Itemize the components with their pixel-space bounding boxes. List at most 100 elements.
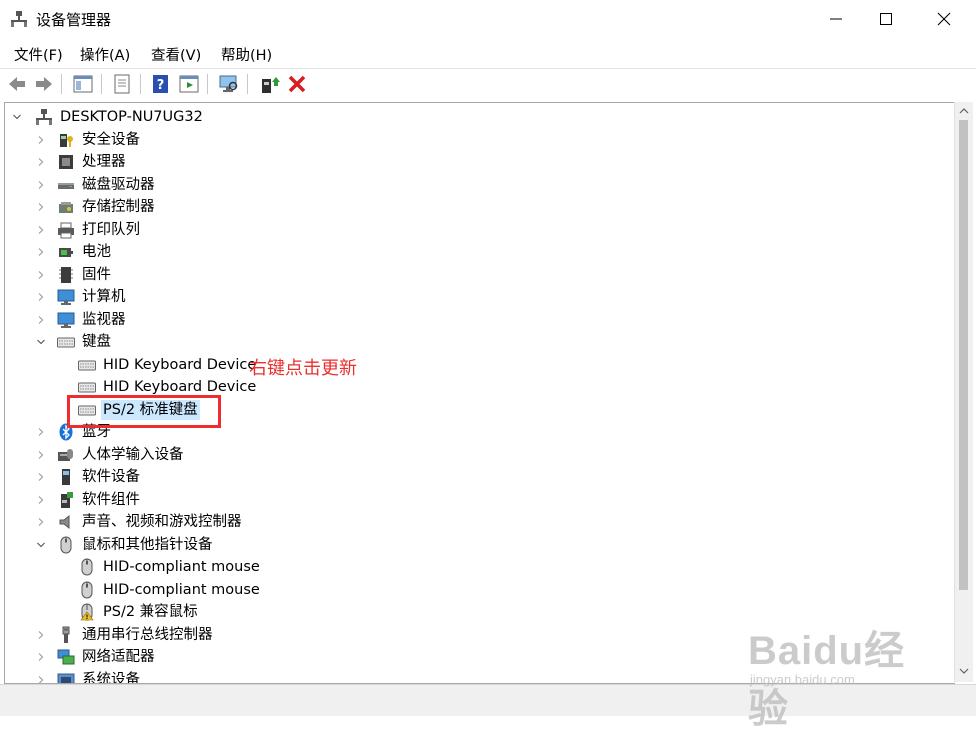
chevron-right-icon[interactable] [35, 651, 47, 663]
watermark: Baidu经验 jingyan.baidu.com [748, 606, 938, 731]
vertical-scrollbar[interactable] [954, 102, 973, 682]
chevron-right-icon[interactable] [35, 674, 47, 685]
minimize-button[interactable] [808, 0, 864, 38]
tree-item-label: 软件组件 [82, 491, 140, 508]
battery-icon [59, 248, 73, 257]
tree-item[interactable]: 安全设备 [38, 129, 142, 151]
uninstall-icon[interactable] [286, 73, 308, 95]
scroll-down-icon[interactable] [959, 666, 969, 676]
chevron-right-icon[interactable] [35, 134, 47, 146]
tree-item[interactable]: 通用串行总线控制器 [38, 624, 215, 646]
svg-text:?: ? [157, 78, 165, 93]
keyboard-icon [78, 382, 96, 393]
chevron-right-icon[interactable] [35, 246, 47, 258]
menu-view[interactable]: 查看(V) [151, 44, 201, 65]
chevron-down-icon[interactable] [35, 336, 47, 348]
back-icon[interactable] [6, 73, 28, 95]
scrollbar-thumb[interactable] [959, 120, 968, 590]
tree-item-label: 声音、视频和游戏控制器 [82, 514, 242, 530]
tree-item-label: 网络适配器 [82, 649, 155, 665]
tree-item[interactable]: 键盘 [37, 331, 113, 353]
menu-help[interactable]: 帮助(H) [221, 44, 272, 65]
chevron-right-icon[interactable] [35, 314, 47, 326]
tree-item-label: 系统设备 [82, 671, 140, 684]
tree-item-label: 计算机 [82, 289, 126, 305]
tree-item[interactable]: HID Keyboard Device [78, 354, 258, 376]
help-icon[interactable]: ? [150, 73, 172, 95]
tree-item-label: HID-compliant mouse [103, 581, 260, 598]
tree-item[interactable]: 处理器 [38, 151, 128, 173]
tree-item-label: 监视器 [82, 311, 126, 328]
toolbar: ? [0, 68, 976, 99]
keyboard-icon [78, 360, 96, 370]
chevron-right-icon[interactable] [35, 426, 47, 438]
chevron-right-icon[interactable] [35, 269, 47, 281]
scan-hardware-icon[interactable] [218, 73, 240, 95]
scroll-up-icon[interactable] [959, 106, 969, 116]
tree-item-label: 人体学输入设备 [82, 446, 184, 463]
tree-item[interactable]: 软件设备 [38, 466, 142, 488]
tree-item[interactable]: 声音、视频和游戏控制器 [38, 511, 244, 533]
title-bar: 设备管理器 [0, 0, 976, 38]
tree-item[interactable]: 软件组件 [38, 489, 142, 511]
toolbar-separator [140, 74, 141, 94]
tree-item[interactable]: 电池 [38, 241, 113, 263]
security-device-icon [60, 133, 73, 147]
mouse-icon [81, 558, 93, 576]
tree-item-label: 电池 [82, 244, 111, 260]
tree-item-label: 存储控制器 [82, 199, 155, 215]
toolbar-separator [207, 74, 208, 94]
chevron-right-icon[interactable] [35, 156, 47, 168]
tree-root[interactable]: DESKTOP-NU7UG32 [13, 106, 205, 128]
chevron-right-icon[interactable] [35, 494, 47, 506]
chevron-down-icon[interactable] [11, 111, 23, 123]
update-driver-icon[interactable] [258, 73, 280, 95]
tree-item[interactable]: 网络适配器 [38, 646, 157, 668]
tree-item-label: HID-compliant mouse [103, 559, 260, 575]
tree-item[interactable]: 存储控制器 [38, 196, 157, 218]
tree-item-label: 通用串行总线控制器 [82, 626, 213, 643]
device-tree: DESKTOP-NU7UG32 安全设备 处理器 磁盘驱动器存储控制器打印队列电池固件… [4, 102, 955, 684]
menu-action[interactable]: 操作(A) [80, 44, 130, 65]
tree-item[interactable]: 监视器 [38, 309, 128, 331]
device-manager-icon [11, 11, 27, 27]
maximize-icon [880, 13, 892, 25]
tree-item[interactable]: 计算机 [38, 286, 128, 308]
hid-icon [58, 448, 73, 461]
chevron-right-icon[interactable] [35, 449, 47, 461]
menu-bar: 文件(F) 操作(A) 查看(V) 帮助(H) [0, 38, 976, 68]
maximize-button[interactable] [858, 0, 914, 38]
storage-controller-icon [59, 202, 73, 213]
tree-item[interactable]: HID-compliant mouse [78, 579, 262, 601]
action-pane-icon[interactable] [178, 73, 200, 95]
tree-item[interactable]: PS/2 兼容鼠标 [78, 601, 200, 623]
tree-item[interactable]: 磁盘驱动器 [38, 174, 157, 196]
show-hide-tree-icon[interactable] [72, 73, 94, 95]
highlight-box [67, 395, 221, 428]
chevron-right-icon[interactable] [35, 291, 47, 303]
computer-tower-icon [36, 109, 52, 125]
chevron-right-icon[interactable] [35, 224, 47, 236]
properties-icon[interactable] [111, 73, 133, 95]
close-button[interactable] [916, 0, 972, 38]
tree-item[interactable]: 固件 [38, 264, 113, 286]
tree-item[interactable]: 人体学输入设备 [38, 444, 186, 466]
tree-item-label: 软件设备 [82, 469, 140, 485]
menu-file[interactable]: 文件(F) [14, 44, 63, 65]
forward-icon[interactable] [33, 73, 55, 95]
speaker-icon [59, 514, 70, 530]
processor-icon [59, 155, 73, 169]
chevron-right-icon[interactable] [35, 179, 47, 191]
printer-icon [58, 222, 74, 238]
tree-item[interactable]: 打印队列 [38, 219, 142, 241]
toolbar-separator [61, 74, 62, 94]
chevron-right-icon[interactable] [35, 471, 47, 483]
chevron-right-icon[interactable] [35, 516, 47, 528]
tree-item[interactable]: 鼠标和其他指针设备 [37, 534, 215, 556]
system-device-icon [57, 673, 75, 683]
chevron-right-icon[interactable] [35, 629, 47, 641]
chevron-down-icon[interactable] [35, 539, 47, 551]
tree-item[interactable]: 系统设备 [38, 669, 142, 684]
tree-item[interactable]: HID-compliant mouse [78, 556, 262, 578]
chevron-right-icon[interactable] [35, 201, 47, 213]
